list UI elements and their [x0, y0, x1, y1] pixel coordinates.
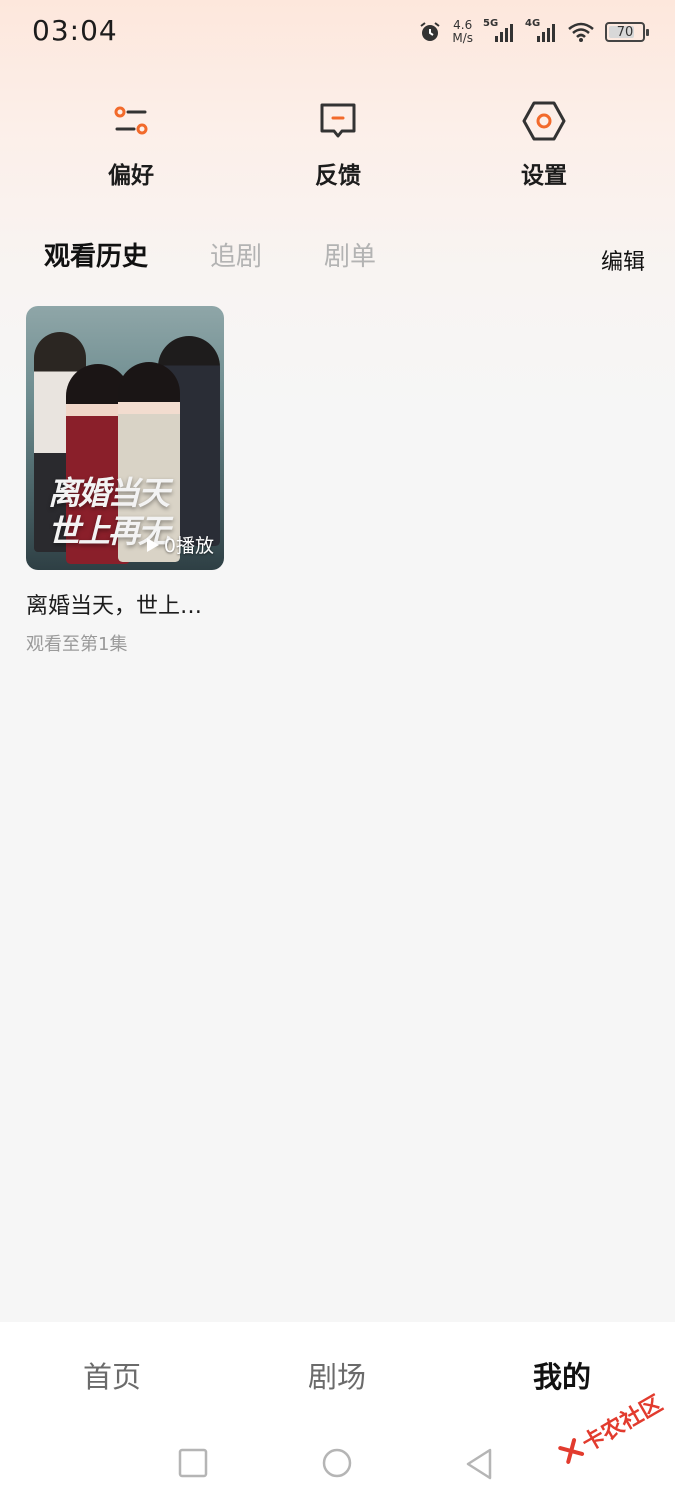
bottom-navigation: 首页 剧场 我的 卡农社区 — [0, 1322, 675, 1500]
settings-icon — [522, 101, 566, 141]
back-icon[interactable] — [464, 1448, 494, 1480]
play-icon — [146, 537, 159, 552]
signal-5g-icon: 5G — [483, 18, 515, 44]
poster-title-line1: 离婚当天 — [48, 474, 170, 512]
preference-icon — [114, 106, 148, 135]
status-time: 03:04 — [32, 14, 118, 47]
feedback-label: 反馈 — [315, 163, 361, 189]
nav-theater[interactable]: 剧场 — [277, 1354, 397, 1396]
signal-4g-label: 4G — [525, 18, 541, 29]
status-icons: 4.6 M/s 5G 4G 70 — [418, 14, 649, 50]
edit-button[interactable]: 编辑 — [601, 244, 645, 276]
settings-button[interactable]: 设置 — [484, 98, 604, 190]
signal-5g-label: 5G — [483, 18, 499, 29]
preference-label: 偏好 — [108, 163, 154, 189]
network-speed-unit: M/s — [452, 31, 473, 45]
settings-label: 设置 — [521, 163, 567, 189]
tab-watch-history[interactable]: 观看历史 — [44, 236, 148, 273]
home-icon[interactable] — [321, 1448, 353, 1480]
tab-following[interactable]: 追剧 — [210, 236, 262, 273]
nav-mine[interactable]: 我的 — [502, 1354, 622, 1396]
network-speed: 4.6 M/s — [452, 19, 473, 45]
feedback-button[interactable]: 反馈 — [278, 98, 398, 190]
poster-image[interactable]: 离婚当天 世上再无 0播放 — [26, 306, 224, 570]
recents-icon[interactable] — [178, 1448, 208, 1478]
history-card[interactable]: 离婚当天 世上再无 0播放 离婚当天，世上… 观看至第1集 — [26, 306, 224, 656]
battery-level: 70 — [616, 24, 634, 40]
alarm-icon — [420, 22, 440, 41]
preference-button[interactable]: 偏好 — [71, 98, 191, 190]
tab-playlist[interactable]: 剧单 — [324, 236, 376, 273]
watch-progress: 观看至第1集 — [26, 634, 128, 655]
nav-home[interactable]: 首页 — [52, 1354, 172, 1396]
wifi-icon — [568, 22, 594, 42]
status-bar: 03:04 4.6 M/s 5G 4G 70 — [0, 0, 675, 64]
history-tabs: 观看历史 追剧 剧单 — [44, 236, 438, 273]
play-count-text: 0播放 — [163, 535, 214, 557]
play-count: 0播放 — [146, 531, 214, 558]
drama-title[interactable]: 离婚当天，世上… — [26, 588, 224, 620]
signal-4g-icon: 4G — [525, 18, 557, 44]
feedback-icon — [320, 103, 356, 138]
battery-icon: 70 — [605, 22, 649, 42]
